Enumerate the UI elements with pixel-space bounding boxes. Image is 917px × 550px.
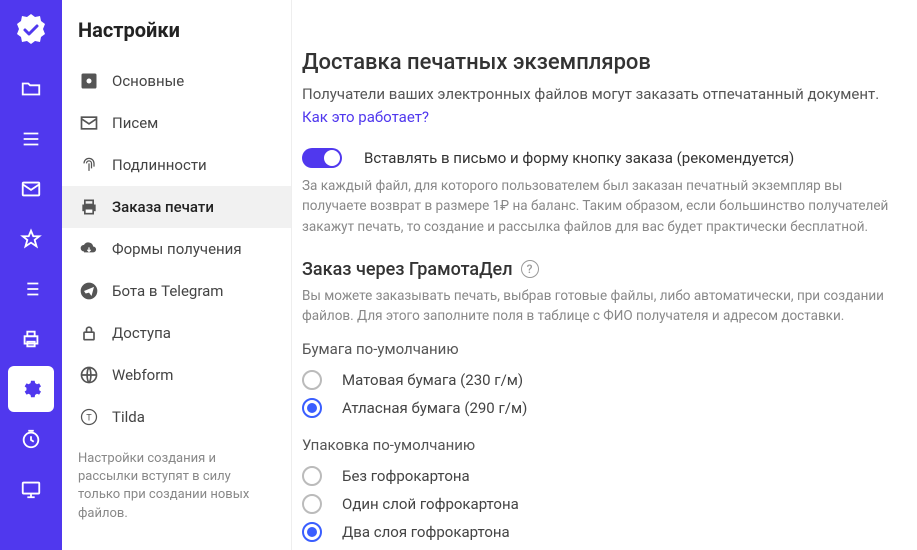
radio-label: Один слой гофрокартона [342, 495, 519, 513]
sidebar-item-label: Бота в Telegram [112, 282, 223, 300]
paper-option-matte[interactable]: Матовая бумага (230 г/м) [302, 366, 907, 394]
nav-folder-icon[interactable] [8, 66, 54, 112]
globe-icon [78, 364, 100, 386]
fingerprint-icon [78, 154, 100, 176]
iconbar [0, 0, 62, 550]
nav-star-icon[interactable] [8, 216, 54, 262]
sidebar-item-forms[interactable]: Формы получения [62, 228, 291, 270]
paper-group-label: Бумага по-умолчанию [302, 340, 907, 358]
packaging-group-label: Упаковка по-умолчанию [302, 436, 907, 454]
help-icon[interactable]: ? [521, 260, 539, 278]
packaging-option-one[interactable]: Один слой гофрокартона [302, 490, 907, 518]
cloud-download-icon [78, 238, 100, 260]
sidebar-item-label: Подлинности [112, 156, 207, 174]
intro-text-body: Получатели ваших электронных файлов могу… [302, 85, 879, 103]
lock-icon [78, 322, 100, 344]
packaging-option-two[interactable]: Два слоя гофрокартона [302, 518, 907, 546]
sidebar-item-webform[interactable]: Webform [62, 354, 291, 396]
nav-menu-icon[interactable] [8, 116, 54, 162]
nav-print-icon[interactable] [8, 316, 54, 362]
sidebar-item-label: Tilda [112, 408, 145, 426]
sidebar: Настройки Основные Писем Подлинности Зак… [62, 0, 292, 550]
order-desc: Вы можете заказывать печать, выбрав гото… [302, 286, 907, 327]
content: Доставка печатных экземпляров Получатели… [292, 0, 917, 550]
radio-icon [302, 398, 322, 418]
sidebar-title: Настройки [62, 18, 291, 60]
radio-icon [302, 494, 322, 514]
logo-icon [11, 10, 51, 50]
nav-list-icon[interactable] [8, 266, 54, 312]
radio-label: Атласная бумага (290 г/м) [342, 399, 527, 417]
telegram-icon [78, 280, 100, 302]
radio-label: Матовая бумага (230 г/м) [342, 371, 523, 389]
nav-settings-icon[interactable] [8, 366, 54, 412]
radio-icon [302, 370, 322, 390]
sidebar-item-authenticity[interactable]: Подлинности [62, 144, 291, 186]
nav-mail-icon[interactable] [8, 166, 54, 212]
sidebar-item-label: Писем [112, 114, 158, 132]
sidebar-item-access[interactable]: Доступа [62, 312, 291, 354]
insert-button-toggle[interactable] [302, 148, 342, 168]
radio-icon [302, 522, 322, 542]
sidebar-item-mail[interactable]: Писем [62, 102, 291, 144]
radio-icon [302, 466, 322, 486]
order-heading: Заказ через ГрамотаДел [302, 259, 513, 280]
envelope-icon [78, 112, 100, 134]
printer-icon [78, 196, 100, 218]
nav-clock-icon[interactable] [8, 416, 54, 462]
sidebar-item-main[interactable]: Основные [62, 60, 291, 102]
sidebar-item-telegram[interactable]: Бота в Telegram [62, 270, 291, 312]
svg-text:T: T [86, 413, 92, 423]
nav-desktop-icon[interactable] [8, 466, 54, 512]
sidebar-item-tilda[interactable]: T Tilda [62, 396, 291, 438]
paper-option-satin[interactable]: Атласная бумага (290 г/м) [302, 394, 907, 422]
sidebar-item-label: Webform [112, 366, 173, 384]
toggle-helper: За каждый файл, для которого пользовател… [302, 176, 907, 237]
packaging-option-none[interactable]: Без гофрокартона [302, 462, 907, 490]
sidebar-item-print-order[interactable]: Заказа печати [62, 186, 291, 228]
sidebar-note: Настройки создания и рассылки вступят в … [62, 438, 291, 535]
intro-text: Получатели ваших электронных файлов могу… [302, 83, 907, 128]
sidebar-item-label: Основные [112, 72, 184, 90]
gear-box-icon [78, 70, 100, 92]
radio-label: Без гофрокартона [342, 467, 470, 485]
page-heading: Доставка печатных экземпляров [302, 50, 907, 75]
sidebar-item-label: Формы получения [112, 240, 242, 258]
radio-label: Два слоя гофрокартона [342, 523, 510, 541]
toggle-label: Вставлять в письмо и форму кнопку заказа… [364, 149, 794, 167]
how-it-works-link[interactable]: Как это работает? [302, 108, 429, 126]
sidebar-item-label: Заказа печати [112, 198, 214, 216]
sidebar-item-label: Доступа [112, 324, 171, 342]
tilda-icon: T [78, 406, 100, 428]
